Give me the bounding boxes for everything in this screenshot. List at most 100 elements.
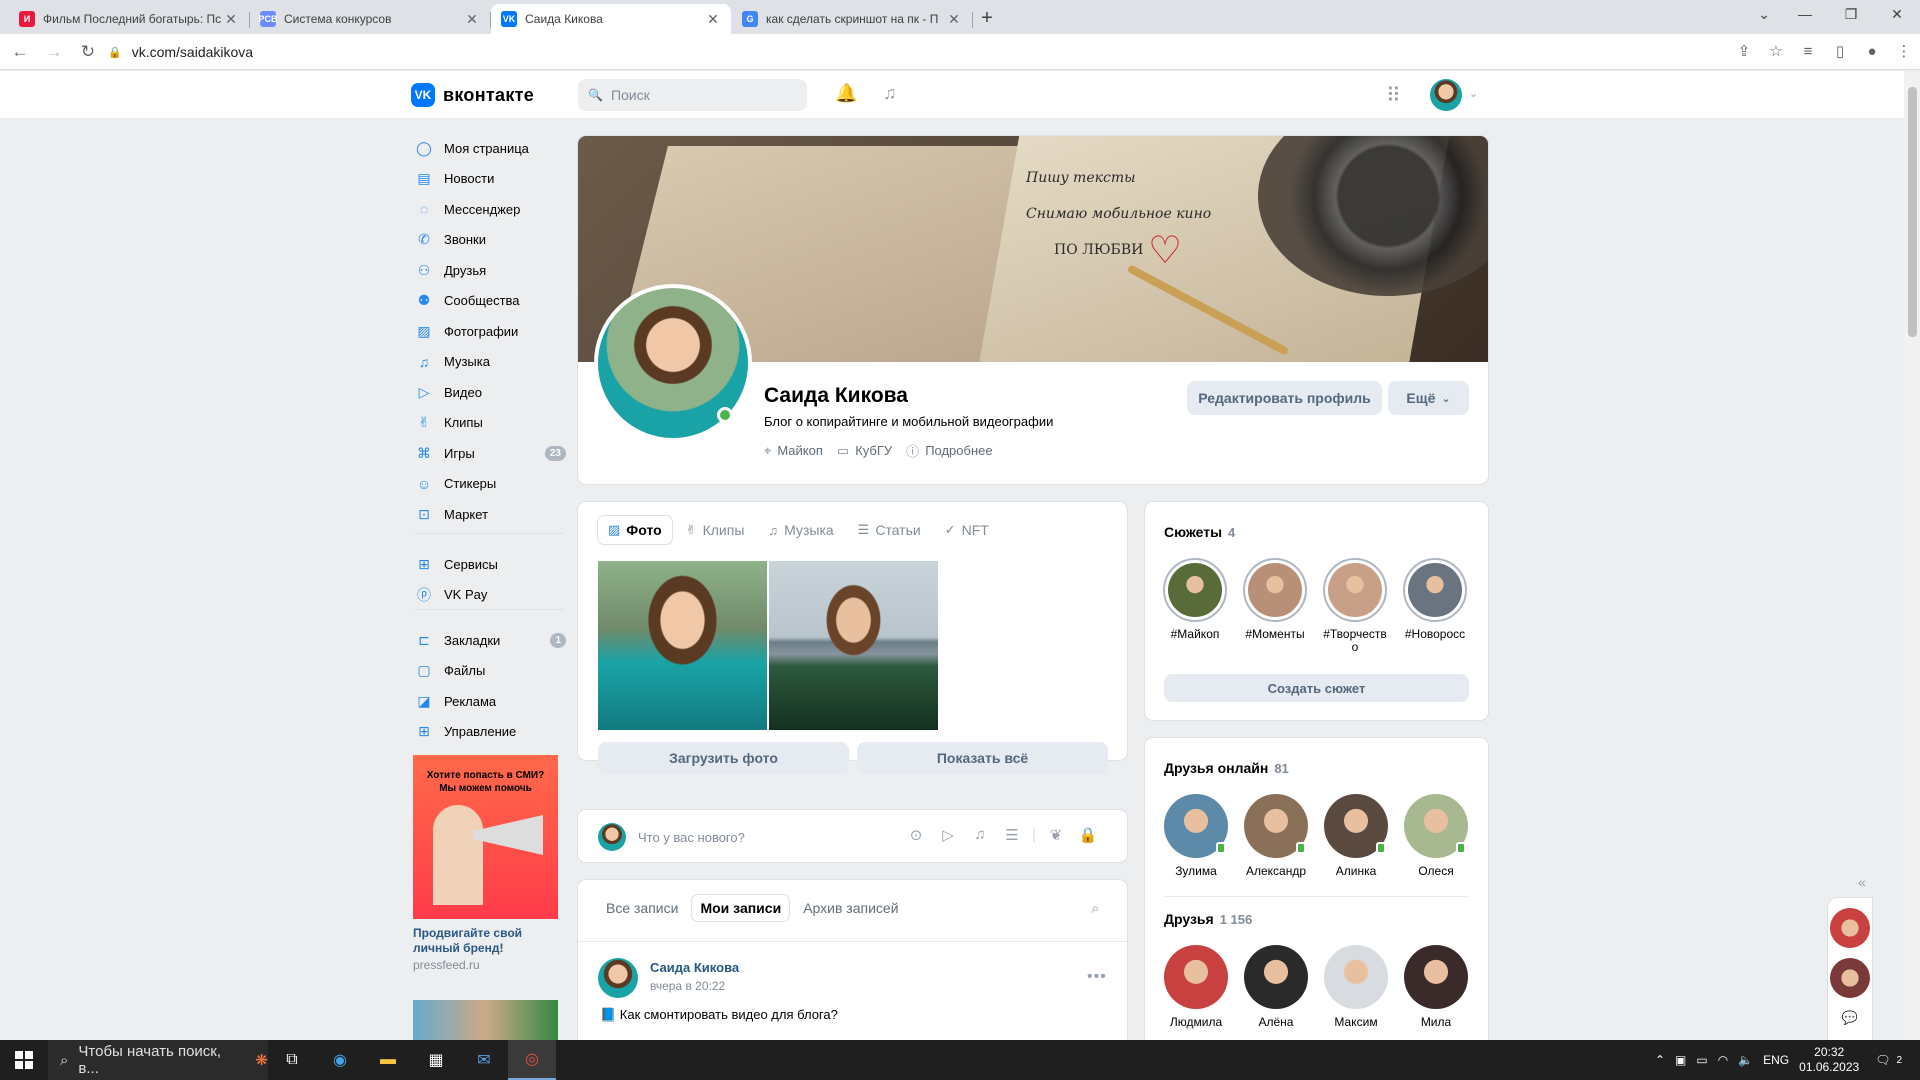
story-item[interactable]: #Моменты bbox=[1242, 558, 1308, 641]
sidebar-item-sticker[interactable]: ☺ Стикеры bbox=[414, 470, 566, 498]
close-window-icon[interactable]: ✕ bbox=[1874, 0, 1920, 30]
profile-icon[interactable]: ● bbox=[1856, 38, 1888, 66]
notifications-bell-icon[interactable]: 🔔 bbox=[835, 83, 857, 104]
sidebar-item-message[interactable]: ◌ Мессенджер bbox=[414, 195, 566, 223]
music-player-icon[interactable]: ♫ bbox=[883, 83, 897, 104]
browser-menu-icon[interactable]: ⋮ bbox=[1888, 38, 1920, 66]
chrome-icon[interactable]: ◎ bbox=[508, 1040, 556, 1080]
battery-icon[interactable]: ▭ bbox=[1696, 1053, 1707, 1067]
friend-item[interactable]: Мила bbox=[1401, 945, 1471, 1029]
friend-item[interactable]: Алёна bbox=[1241, 945, 1311, 1029]
sidebar-item-manage[interactable]: ⊞ Управление bbox=[414, 718, 566, 746]
sidebar-item-clips[interactable]: ✌ Клипы bbox=[414, 409, 566, 437]
profile-city[interactable]: Майкоп bbox=[777, 443, 823, 458]
story-item[interactable]: #Творчество bbox=[1322, 558, 1388, 654]
windows-start-button[interactable] bbox=[0, 1040, 48, 1080]
browser-tab[interactable]: PCB Система конкурсов ✕ bbox=[250, 4, 491, 34]
sidebar-item-phone[interactable]: ✆ Звонки bbox=[414, 226, 566, 254]
back-icon[interactable]: ← bbox=[6, 42, 34, 62]
video-icon[interactable]: ▷ bbox=[932, 826, 964, 844]
taskbar-search-input[interactable]: ⌕ Чтобы начать поиск, в... ❋ bbox=[48, 1040, 268, 1080]
friends-header[interactable]: Друзья 1 156 bbox=[1164, 911, 1252, 927]
sidebar-item-music[interactable]: ♫ Музыка bbox=[414, 348, 566, 376]
forward-icon[interactable]: → bbox=[40, 42, 68, 62]
new-tab-button[interactable]: + bbox=[972, 4, 1002, 34]
create-story-button[interactable]: Создать сюжет bbox=[1164, 674, 1469, 702]
wall-tab[interactable]: Архив записей bbox=[795, 895, 906, 921]
tab-clips[interactable]: ✌ Клипы bbox=[676, 516, 755, 544]
chat-bubble-icon[interactable]: 💬 bbox=[1828, 1010, 1872, 1026]
vk-logo[interactable]: VK вконтакте bbox=[411, 83, 534, 107]
friend-item[interactable]: Людмила bbox=[1161, 945, 1231, 1029]
minimize-icon[interactable]: — bbox=[1782, 0, 1828, 30]
lock-icon[interactable]: 🔒 bbox=[108, 46, 122, 59]
leaf-icon[interactable]: ❦ bbox=[1040, 826, 1072, 844]
edge-icon[interactable]: ◉ bbox=[316, 1040, 364, 1080]
sidebar-item-news[interactable]: ▤ Новости bbox=[414, 165, 566, 193]
sidebar-item-services[interactable]: ⊞ Сервисы bbox=[414, 550, 566, 578]
ad-source[interactable]: pressfeed.ru bbox=[413, 958, 480, 972]
bookmark-star-icon[interactable]: ☆ bbox=[1760, 38, 1792, 66]
reload-icon[interactable]: ↻ bbox=[74, 42, 102, 62]
reading-list-icon[interactable]: ≡ bbox=[1792, 38, 1824, 66]
wall-tab[interactable]: Все записи bbox=[598, 895, 686, 921]
sidebar-item-ads[interactable]: ◪ Реклама bbox=[414, 687, 566, 715]
music-icon[interactable]: ♫ bbox=[964, 826, 996, 844]
file-explorer-icon[interactable]: ▬ bbox=[364, 1040, 412, 1080]
tab-articles[interactable]: ☰ Статьи bbox=[848, 516, 931, 544]
post-author-name[interactable]: Саида Кикова bbox=[650, 960, 739, 975]
sidebar-item-vkpay[interactable]: ⓟ VK Pay bbox=[414, 581, 566, 609]
ad-banner-2-image[interactable] bbox=[413, 1000, 558, 1040]
wifi-icon[interactable]: ◠ bbox=[1718, 1053, 1728, 1067]
tab-photo[interactable]: ▨ Фото bbox=[598, 516, 672, 544]
photo-thumb-1[interactable] bbox=[598, 561, 767, 730]
story-item[interactable]: #Майкоп bbox=[1162, 558, 1228, 641]
tab-music[interactable]: ♫ Музыка bbox=[758, 516, 843, 544]
composer[interactable]: Что у вас нового? bbox=[598, 823, 745, 851]
sidebar-item-friends[interactable]: ⚇ Друзья bbox=[414, 256, 566, 284]
ad-banner-image[interactable]: Хотите попасть в СМИ? Мы можем помочь bbox=[413, 755, 558, 919]
upload-photo-button[interactable]: Загрузить фото bbox=[598, 742, 849, 774]
sidebar-item-games[interactable]: ⌘ Игры 23 bbox=[414, 439, 566, 467]
photo-thumb-2[interactable] bbox=[769, 561, 938, 730]
post-time[interactable]: вчера в 20:22 bbox=[650, 979, 725, 993]
close-tab-icon[interactable]: ✕ bbox=[946, 11, 962, 28]
tray-device-icon[interactable]: ▣ bbox=[1675, 1053, 1686, 1067]
chat-avatar-2[interactable] bbox=[1830, 958, 1870, 998]
browser-tab[interactable]: VK Саида Кикова ✕ bbox=[491, 4, 731, 34]
sidebar-item-photo[interactable]: ▨ Фотографии bbox=[414, 317, 566, 345]
more-button[interactable]: Ещё ⌄ bbox=[1388, 381, 1469, 415]
friend-item[interactable]: Александр bbox=[1241, 794, 1311, 878]
browser-tab[interactable]: И Фильм Последний богатырь: Пс ✕ bbox=[9, 4, 250, 34]
camera-icon[interactable]: ⊙ bbox=[900, 826, 932, 844]
url-field[interactable]: 🔒 vk.com/saidakikova bbox=[108, 38, 1760, 66]
close-tab-icon[interactable]: ✕ bbox=[223, 11, 239, 28]
tray-chevron-icon[interactable]: ⌃ bbox=[1655, 1053, 1665, 1067]
edit-profile-button[interactable]: Редактировать профиль bbox=[1187, 381, 1382, 415]
wall-tab[interactable]: Мои записи bbox=[692, 895, 789, 921]
profile-university[interactable]: КубГУ bbox=[855, 443, 892, 458]
show-all-photos-button[interactable]: Показать всё bbox=[857, 742, 1108, 774]
chat-avatar-1[interactable] bbox=[1830, 908, 1870, 948]
clock[interactable]: 20:32 01.06.2023 bbox=[1799, 1045, 1859, 1075]
collapse-chats-icon[interactable]: « bbox=[1858, 874, 1866, 890]
header-avatar[interactable] bbox=[1430, 79, 1462, 111]
friend-item[interactable]: Алинка bbox=[1321, 794, 1391, 878]
stories-header[interactable]: Сюжеты 4 bbox=[1164, 524, 1235, 540]
mail-icon[interactable]: ✉ bbox=[460, 1040, 508, 1080]
volume-icon[interactable]: 🔈 bbox=[1738, 1053, 1753, 1067]
side-panel-icon[interactable]: ▯ bbox=[1824, 38, 1856, 66]
composer-placeholder[interactable]: Что у вас нового? bbox=[638, 830, 745, 845]
page-scrollbar[interactable] bbox=[1904, 71, 1920, 1040]
article-icon[interactable]: ☰ bbox=[996, 826, 1028, 844]
sidebar-item-video[interactable]: ▷ Видео bbox=[414, 378, 566, 406]
share-icon[interactable]: ⇪ bbox=[1728, 38, 1760, 66]
story-item[interactable]: #Новоросс bbox=[1402, 558, 1468, 641]
tab-search-icon[interactable]: ⌄ bbox=[1758, 6, 1770, 23]
lock-icon[interactable]: 🔒 bbox=[1072, 826, 1104, 844]
post-author-avatar[interactable] bbox=[598, 958, 638, 998]
sidebar-item-community[interactable]: ⚉ Сообщества bbox=[414, 287, 566, 315]
sidebar-item-market[interactable]: ⊡ Маркет bbox=[414, 500, 566, 528]
ad-title[interactable]: Продвигайте свой личный бренд! bbox=[413, 926, 563, 956]
sidebar-item-bookmark[interactable]: ⊏ Закладки 1 bbox=[414, 626, 566, 654]
